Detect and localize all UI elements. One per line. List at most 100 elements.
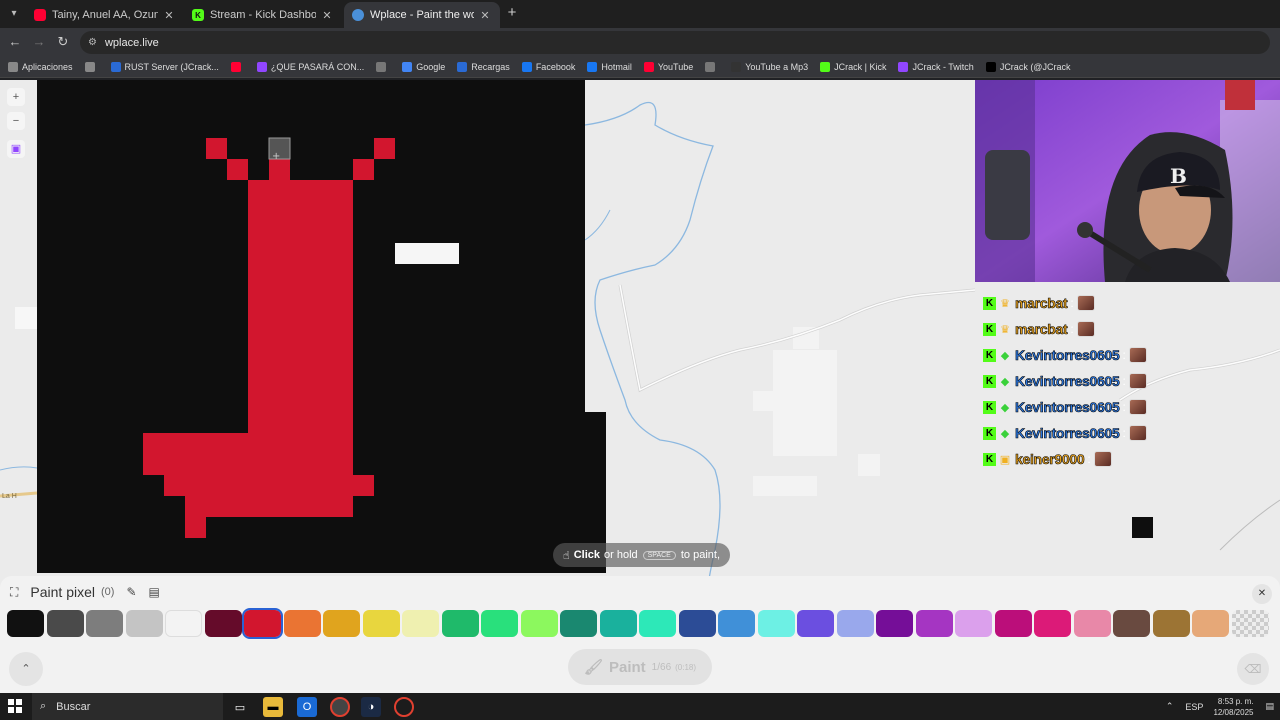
- bookmark-item[interactable]: Aplicaciones: [8, 61, 73, 72]
- google-icon: [402, 61, 413, 72]
- paint-pixel-count: (0): [101, 586, 115, 598]
- chat-message: K ◆ Kevintorres0605:: [983, 394, 1243, 420]
- color-swatch[interactable]: [7, 610, 44, 637]
- address-bar[interactable]: ⚙ wplace.live: [80, 31, 1270, 54]
- color-swatch-transparent[interactable]: [1231, 610, 1269, 637]
- bookmark-item[interactable]: Facebook: [521, 61, 575, 72]
- clock-time: 8:53 p. m.: [1217, 696, 1254, 706]
- site-settings-icon[interactable]: ⚙: [88, 37, 97, 48]
- color-swatch[interactable]: [915, 610, 953, 637]
- color-swatch[interactable]: [204, 610, 242, 637]
- back-arrow-icon[interactable]: ←: [6, 33, 24, 51]
- forward-arrow-icon[interactable]: →: [30, 33, 48, 51]
- color-swatch[interactable]: [639, 610, 676, 637]
- color-swatch[interactable]: [242, 608, 283, 639]
- color-swatch[interactable]: [678, 610, 716, 637]
- task-view-icon[interactable]: ▭: [230, 697, 250, 717]
- color-swatch[interactable]: [757, 610, 795, 637]
- clock[interactable]: 8:53 p. m. 12/08/2025: [1213, 696, 1253, 718]
- color-swatch[interactable]: [718, 610, 755, 637]
- pencil-icon[interactable]: ✎: [126, 585, 136, 599]
- zoom-out-icon[interactable]: −: [7, 112, 25, 130]
- bookmark-item[interactable]: Google: [402, 61, 445, 72]
- color-swatch[interactable]: [876, 610, 913, 637]
- file-explorer-icon[interactable]: ▬: [263, 697, 283, 717]
- color-swatch[interactable]: [520, 610, 558, 637]
- chat-message: K ♛ marcbat:: [983, 316, 1243, 342]
- bookmark-item[interactable]: RUST Server (JCrack...: [110, 61, 219, 72]
- twitch-icon[interactable]: ▣: [7, 140, 25, 158]
- bookmark-item[interactable]: JCrack - Twitch: [898, 61, 974, 72]
- color-swatch[interactable]: [125, 610, 163, 637]
- windows-start-icon[interactable]: [8, 699, 22, 713]
- tab-youtube[interactable]: Tainy, Anuel AA, Ozuna - Adicto ✕: [26, 2, 184, 28]
- close-panel-icon[interactable]: ✕: [1252, 584, 1272, 604]
- color-swatch[interactable]: [323, 610, 360, 637]
- color-swatch[interactable]: [165, 610, 202, 637]
- obs-icon[interactable]: [394, 697, 414, 717]
- kick-icon: [820, 61, 831, 72]
- color-swatch[interactable]: [441, 610, 479, 637]
- chat-emote-icon: [1093, 451, 1112, 467]
- bookmark-item[interactable]: [230, 61, 245, 72]
- tab-wplace[interactable]: Wplace - Paint the world ✕: [344, 2, 500, 28]
- color-swatch[interactable]: [362, 610, 400, 637]
- close-tab-icon[interactable]: ✕: [478, 9, 492, 22]
- color-swatch[interactable]: [1152, 610, 1190, 637]
- language-indicator[interactable]: ESP: [1185, 702, 1203, 712]
- bookmark-item[interactable]: ¿QUE PASARÁ CON...: [256, 61, 364, 72]
- zoom-in-icon[interactable]: +: [7, 88, 25, 106]
- color-swatch[interactable]: [955, 610, 992, 637]
- tab-search-chevron-icon[interactable]: ▾: [4, 4, 24, 24]
- color-swatch[interactable]: [1113, 610, 1150, 637]
- fullscreen-icon[interactable]: ⛶: [10, 585, 18, 600]
- color-swatch[interactable]: [481, 610, 518, 637]
- save-image-icon[interactable]: ▤: [149, 585, 160, 599]
- youtube-icon: [230, 61, 241, 72]
- bookmark-label: JCrack (@JCrack: [999, 61, 1071, 72]
- bookmark-item[interactable]: [705, 61, 719, 72]
- kick-icon: K: [983, 426, 996, 440]
- color-swatch[interactable]: [994, 610, 1032, 637]
- color-swatch[interactable]: [1192, 610, 1229, 637]
- chrome-icon[interactable]: [330, 697, 350, 717]
- taskbar-search[interactable]: ⌕ Buscar: [32, 693, 223, 720]
- reload-icon[interactable]: ↻: [54, 33, 72, 51]
- color-swatch[interactable]: [1034, 610, 1071, 637]
- bookmark-item[interactable]: JCrack | Kick: [820, 61, 886, 72]
- notifications-icon[interactable]: ▤: [1265, 701, 1274, 712]
- color-swatch[interactable]: [797, 610, 834, 637]
- close-tab-icon[interactable]: ✕: [320, 9, 334, 22]
- steam-icon[interactable]: ◑: [361, 697, 381, 717]
- x-icon: [985, 61, 996, 72]
- bookmark-item[interactable]: [376, 61, 390, 72]
- expand-chevron-icon[interactable]: ⌃: [9, 652, 43, 686]
- outlook-icon[interactable]: O: [297, 697, 317, 717]
- chat-colon: :: [1122, 400, 1126, 414]
- bookmark-item[interactable]: YouTube: [643, 61, 693, 72]
- color-swatch[interactable]: [560, 610, 597, 637]
- paint-panel: ⛶ Paint pixel (0) ✎ ▤ ✕ ⌃ 🖌 Paint 1/66 (…: [0, 576, 1280, 693]
- paint-brush-icon: 🖌: [583, 659, 603, 676]
- bookmark-item[interactable]: JCrack (@JCrack: [985, 61, 1071, 72]
- paint-panel-header: ⛶ Paint pixel (0) ✎ ▤: [10, 584, 160, 600]
- eraser-icon[interactable]: ⌫: [1237, 653, 1269, 685]
- taskbar-search-placeholder: Buscar: [56, 700, 91, 713]
- tab-kick-dashboard[interactable]: K Stream - Kick Dashboard ✕: [184, 2, 342, 28]
- color-swatch[interactable]: [1073, 610, 1111, 637]
- color-swatch[interactable]: [46, 610, 84, 637]
- bookmark-item[interactable]: Hotmail: [587, 61, 632, 72]
- color-swatch[interactable]: [86, 610, 123, 637]
- youtube-icon: [643, 61, 654, 72]
- color-swatch[interactable]: [283, 610, 321, 637]
- bookmark-item[interactable]: [84, 61, 99, 72]
- color-swatch[interactable]: [599, 610, 637, 637]
- bookmark-item[interactable]: Recargas: [457, 61, 510, 72]
- new-tab-icon[interactable]: +: [504, 5, 520, 21]
- bookmark-item[interactable]: YouTube a Mp3: [731, 61, 808, 72]
- color-swatch[interactable]: [402, 610, 439, 637]
- close-tab-icon[interactable]: ✕: [162, 9, 176, 22]
- color-swatch[interactable]: [836, 610, 874, 637]
- paint-button[interactable]: 🖌 Paint 1/66 (0:18): [568, 649, 712, 685]
- tray-chevron-icon[interactable]: ⌃: [1166, 701, 1174, 712]
